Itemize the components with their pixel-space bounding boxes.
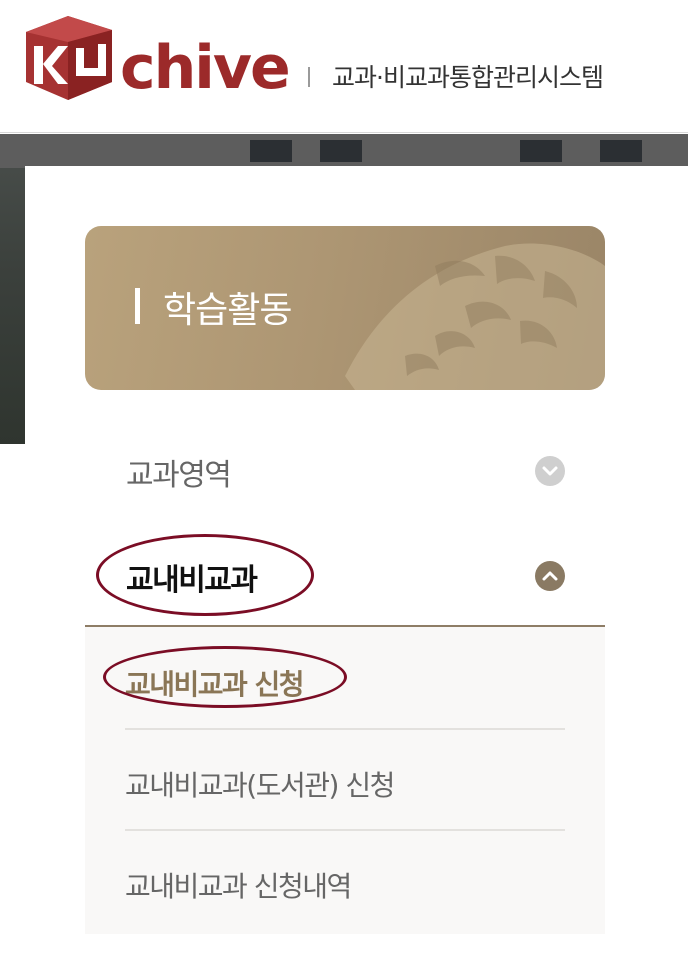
tiger-watermark-icon bbox=[345, 243, 605, 390]
submenu-item-label: 교내비교과 신청내역 bbox=[125, 870, 352, 903]
site-logo[interactable]: chive bbox=[22, 12, 292, 104]
submenu-extracurricular: 교내비교과 신청 교내비교과(도서관) 신청 교내비교과 신청내역 bbox=[85, 627, 605, 934]
submenu-item-library-apply[interactable]: 교내비교과(도서관) 신청 bbox=[125, 730, 565, 831]
site-title: 교과·비교과통합관리시스템 bbox=[332, 63, 604, 92]
banner-accent-bar bbox=[135, 288, 140, 324]
submenu-item-label: 교내비교과(도서관) 신청 bbox=[125, 769, 395, 802]
header-divider bbox=[308, 67, 310, 87]
menu-item-extracurricular[interactable]: 교내비교과 bbox=[85, 525, 605, 627]
submenu-item-apply[interactable]: 교내비교과 신청 bbox=[125, 629, 565, 730]
chevron-down-icon[interactable] bbox=[535, 456, 565, 486]
submenu-item-history[interactable]: 교내비교과 신청내역 bbox=[125, 831, 565, 932]
submenu-item-label: 교내비교과 신청 bbox=[125, 668, 305, 701]
banner-title: 학습활동 bbox=[163, 290, 292, 331]
menu-item-label: 교과영역 bbox=[126, 458, 232, 493]
menu-item-curricular[interactable]: 교과영역 bbox=[85, 420, 605, 520]
section-banner: 학습활동 bbox=[85, 226, 605, 390]
menu-item-label: 교내비교과 bbox=[126, 563, 258, 598]
site-header: chive 교과·비교과통합관리시스템 bbox=[0, 0, 688, 133]
svg-text:chive: chive bbox=[120, 33, 289, 103]
chevron-up-icon[interactable] bbox=[535, 561, 565, 591]
